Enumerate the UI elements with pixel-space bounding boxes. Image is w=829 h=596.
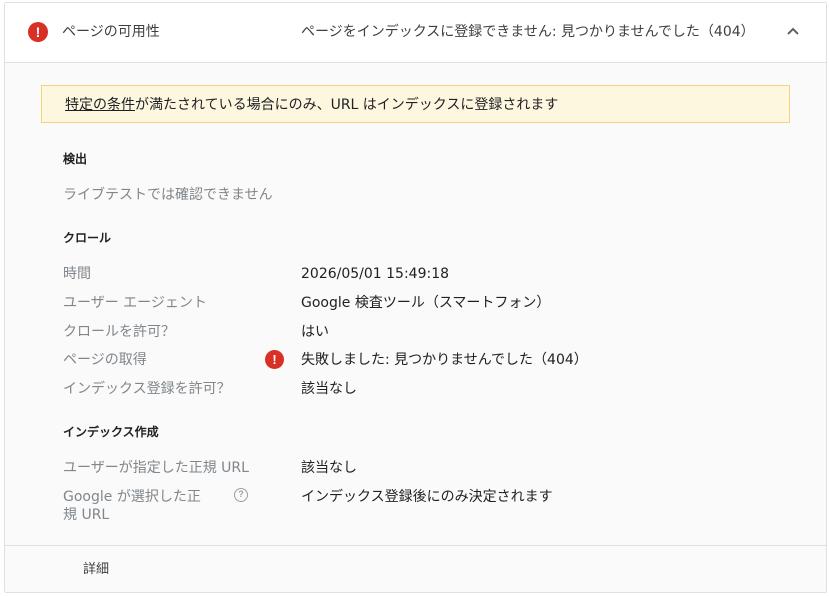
page-availability-panel: ! ページの可用性 ページをインデックスに登録できません: 見つかりませんでした… bbox=[4, 2, 827, 593]
indexing-allowed-label: インデックス登録を許可？ bbox=[63, 381, 231, 397]
detection-section-title: 検出 bbox=[63, 152, 88, 166]
crawl-time-label: 時間 bbox=[63, 266, 91, 282]
google-canonical-label: Google が選択した正規 URL bbox=[63, 489, 201, 523]
footer-divider bbox=[5, 545, 826, 546]
user-canonical-value: 該当なし bbox=[301, 460, 357, 476]
user-canonical-label: ユーザーが指定した正規 URL bbox=[63, 460, 249, 476]
crawl-section-title: クロール bbox=[63, 231, 112, 245]
detection-note: ライブテストでは確認できません bbox=[63, 187, 273, 203]
chevron-up-icon bbox=[787, 27, 799, 35]
panel-header[interactable]: ! ページの可用性 ページをインデックスに登録できません: 見つかりませんでした… bbox=[5, 3, 826, 63]
crawl-allowed-value: はい bbox=[301, 324, 329, 340]
warning-message: が満たされている場合にのみ、URL はインデックスに登録されます bbox=[135, 97, 559, 113]
crawl-allowed-label: クロールを許可？ bbox=[63, 324, 175, 340]
page-fetch-label: ページの取得 bbox=[63, 352, 147, 368]
indexing-section-title: インデックス作成 bbox=[63, 425, 159, 439]
warning-text: 特定の条件が満たされている場合にのみ、URL はインデックスに登録されます bbox=[65, 95, 558, 115]
details-button[interactable]: 詳細 bbox=[67, 557, 125, 583]
conditions-link[interactable]: 特定の条件 bbox=[65, 97, 135, 113]
crawl-time-value: 2026/05/01 15:49:18 bbox=[301, 266, 450, 282]
user-agent-label: ユーザー エージェント bbox=[63, 295, 207, 311]
google-canonical-value: インデックス登録後にのみ決定されます bbox=[301, 489, 553, 505]
page-fetch-value: 失敗しました: 見つかりませんでした（404） bbox=[301, 352, 588, 368]
user-agent-value: Google 検査ツール（スマートフォン） bbox=[301, 295, 551, 311]
indexing-allowed-value: 該当なし bbox=[301, 381, 357, 397]
panel-title: ページの可用性 bbox=[62, 24, 160, 40]
indexing-warning-banner: 特定の条件が満たされている場合にのみ、URL はインデックスに登録されます bbox=[41, 85, 790, 123]
panel-status: ページをインデックスに登録できません: 見つかりませんでした（404） bbox=[301, 24, 755, 40]
error-icon: ! bbox=[28, 22, 48, 42]
page-fetch-error-icon: ! bbox=[265, 350, 284, 369]
help-icon[interactable]: ? bbox=[234, 488, 248, 502]
collapse-button[interactable] bbox=[777, 19, 809, 47]
